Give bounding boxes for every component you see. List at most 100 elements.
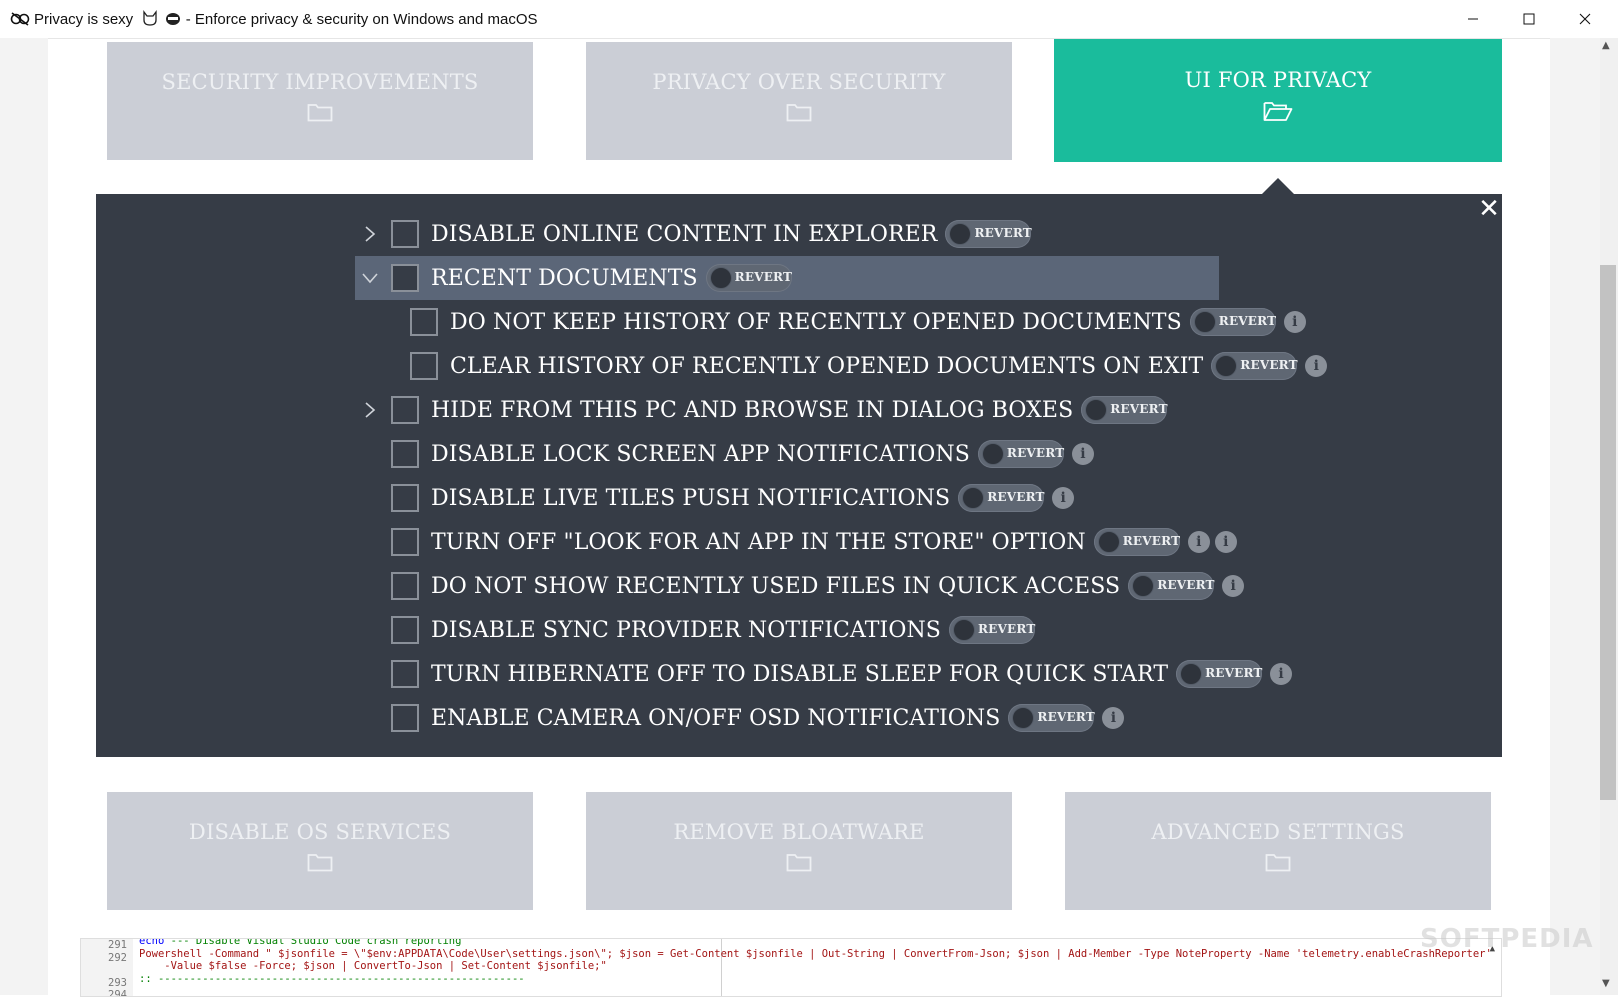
info-icon[interactable]: i bbox=[1071, 443, 1094, 465]
close-window-button[interactable] bbox=[1562, 0, 1608, 38]
revert-toggle[interactable]: REVERT bbox=[945, 220, 1032, 248]
close-panel-icon[interactable]: ✕ bbox=[1476, 196, 1502, 222]
revert-label: REVERT bbox=[1006, 446, 1065, 460]
toggle-knob bbox=[981, 443, 1004, 465]
script-checkbox[interactable] bbox=[391, 528, 419, 556]
script-label[interactable]: DISABLE SYNC PROVIDER NOTIFICATIONS bbox=[431, 618, 941, 643]
toggle-knob bbox=[1193, 311, 1216, 333]
script-checkbox[interactable] bbox=[410, 308, 438, 336]
script-label[interactable]: DO NOT SHOW RECENTLY USED FILES IN QUICK… bbox=[431, 574, 1120, 599]
category-card-privacy-over-security[interactable]: PRIVACY OVER SECURITY bbox=[586, 42, 1012, 160]
script-checkbox[interactable] bbox=[391, 704, 419, 732]
info-icon[interactable]: i bbox=[1283, 311, 1306, 333]
revert-toggle[interactable]: REVERT bbox=[705, 264, 792, 292]
title-bar: Privacy is sexy - Enforce privacy & secu… bbox=[0, 0, 1618, 39]
revert-toggle[interactable]: REVERT bbox=[1128, 572, 1214, 600]
toggle-knob bbox=[1085, 399, 1108, 421]
maximize-button[interactable] bbox=[1506, 0, 1552, 38]
category-card-remove-bloatware[interactable]: REMOVE BLOATWARE bbox=[586, 792, 1012, 910]
right-gutter bbox=[1550, 38, 1600, 995]
script-label[interactable]: DISABLE LIVE TILES PUSH NOTIFICATIONS bbox=[431, 486, 950, 511]
script-checkbox[interactable] bbox=[391, 440, 419, 468]
card-label: ADVANCED SETTINGS bbox=[1151, 819, 1405, 844]
toggle-knob bbox=[1180, 663, 1203, 685]
info-icon[interactable]: i bbox=[1052, 487, 1075, 509]
revert-toggle[interactable]: REVERT bbox=[948, 616, 1035, 644]
scroll-up-arrow-icon[interactable]: ▲ bbox=[1602, 40, 1610, 51]
category-card-security-improvements[interactable]: SECURITY IMPROVEMENTS bbox=[107, 42, 533, 160]
category-card-disable-os-services[interactable]: DISABLE OS SERVICES bbox=[107, 792, 533, 910]
script-checkbox[interactable] bbox=[391, 220, 419, 248]
script-row[interactable]: HIDE FROM THIS PC AND BROWSE IN DIALOG B… bbox=[355, 388, 1168, 432]
script-checkbox[interactable] bbox=[410, 352, 438, 380]
script-label[interactable]: HIDE FROM THIS PC AND BROWSE IN DIALOG B… bbox=[431, 398, 1073, 423]
category-card-advanced-settings[interactable]: ADVANCED SETTINGS bbox=[1065, 792, 1491, 910]
line-number: 294 bbox=[108, 989, 127, 997]
script-row[interactable]: DISABLE ONLINE CONTENT IN EXPLORER REVERT bbox=[355, 212, 1032, 256]
panel-pointer bbox=[1262, 178, 1294, 194]
toggle-knob bbox=[1097, 531, 1120, 553]
script-checkbox[interactable] bbox=[391, 660, 419, 688]
code-keyword: echo bbox=[139, 938, 165, 947]
revert-toggle[interactable]: REVERT bbox=[1211, 352, 1298, 380]
script-row[interactable]: TURN OFF "LOOK FOR AN APP IN THE STORE" … bbox=[355, 520, 1237, 564]
script-label[interactable]: DISABLE LOCK SCREEN APP NOTIFICATIONS bbox=[431, 442, 970, 467]
scrollbar-thumb[interactable] bbox=[1600, 265, 1616, 800]
info-icon[interactable]: i bbox=[1187, 531, 1210, 553]
revert-toggle[interactable]: REVERT bbox=[977, 440, 1065, 468]
ninja-emoji-icon bbox=[164, 10, 182, 26]
folder-icon bbox=[1265, 852, 1291, 877]
revert-toggle[interactable]: REVERT bbox=[1189, 308, 1277, 336]
line-number: 292 bbox=[108, 951, 127, 964]
info-icon[interactable]: i bbox=[1222, 575, 1245, 597]
info-icon[interactable]: i bbox=[1102, 707, 1125, 729]
revert-toggle[interactable]: REVERT bbox=[1008, 704, 1095, 732]
script-row[interactable]: DISABLE SYNC PROVIDER NOTIFICATIONS REVER… bbox=[355, 608, 1035, 652]
card-label: UI FOR PRIVACY bbox=[1184, 68, 1372, 92]
revert-toggle[interactable]: REVERT bbox=[1176, 660, 1262, 688]
script-row[interactable]: CLEAR HISTORY OF RECENTLY OPENED DOCUMEN… bbox=[410, 344, 1328, 388]
toggle-knob bbox=[709, 267, 732, 289]
script-row[interactable]: DO NOT SHOW RECENTLY USED FILES IN QUICK… bbox=[355, 564, 1245, 608]
chevron-right-icon[interactable] bbox=[355, 225, 385, 243]
code-editor[interactable]: 291 292 293 294 echo --- Disable Visual … bbox=[80, 938, 1502, 997]
script-label[interactable]: ENABLE CAMERA ON/OFF OSD NOTIFICATIONS bbox=[431, 706, 1000, 731]
revert-toggle[interactable]: REVERT bbox=[1081, 396, 1168, 424]
revert-label: REVERT bbox=[1122, 534, 1181, 548]
scroll-down-arrow-icon[interactable]: ▼ bbox=[1602, 978, 1610, 989]
script-checkbox[interactable] bbox=[391, 396, 419, 424]
revert-toggle[interactable]: REVERT bbox=[958, 484, 1044, 512]
script-label[interactable]: DO NOT KEEP HISTORY OF RECENTLY OPENED D… bbox=[450, 310, 1182, 335]
script-row[interactable]: DISABLE LOCK SCREEN APP NOTIFICATIONS REV… bbox=[355, 432, 1094, 476]
card-label: SECURITY IMPROVEMENTS bbox=[161, 69, 479, 94]
script-label[interactable]: TURN OFF "LOOK FOR AN APP IN THE STORE" … bbox=[431, 530, 1086, 555]
script-row[interactable]: RECENT DOCUMENTS REVERT bbox=[355, 256, 1219, 300]
script-label[interactable]: DISABLE ONLINE CONTENT IN EXPLORER bbox=[431, 222, 937, 247]
line-number-gutter: 291 292 293 294 bbox=[81, 939, 133, 996]
revert-label: REVERT bbox=[1218, 314, 1277, 328]
script-checkbox[interactable] bbox=[391, 616, 419, 644]
info-icon[interactable]: i bbox=[1270, 663, 1293, 685]
script-label[interactable]: TURN HIBERNATE OFF TO DISABLE SLEEP FOR … bbox=[431, 662, 1168, 687]
chevron-down-icon[interactable] bbox=[355, 272, 385, 284]
minimize-button[interactable] bbox=[1450, 0, 1496, 38]
toggle-knob bbox=[1132, 575, 1155, 597]
info-icon[interactable]: i bbox=[1305, 355, 1328, 377]
revert-toggle[interactable]: REVERT bbox=[1093, 528, 1181, 556]
chevron-right-icon[interactable] bbox=[355, 401, 385, 419]
code-text: --- Disable Visual Studio Code crash rep… bbox=[164, 938, 462, 947]
script-row[interactable]: DO NOT KEEP HISTORY OF RECENTLY OPENED D… bbox=[410, 300, 1306, 344]
script-checkbox[interactable] bbox=[391, 484, 419, 512]
category-card-ui-for-privacy[interactable]: UI FOR PRIVACY bbox=[1054, 39, 1502, 162]
info-icon[interactable]: i bbox=[1214, 531, 1237, 553]
script-row[interactable]: ENABLE CAMERA ON/OFF OSD NOTIFICATIONS RE… bbox=[355, 696, 1125, 740]
script-row[interactable]: DISABLE LIVE TILES PUSH NOTIFICATIONS REV… bbox=[355, 476, 1075, 520]
line-number bbox=[81, 964, 133, 977]
code-line: echo --- Disable Visual Studio Code cras… bbox=[139, 938, 1481, 948]
script-label[interactable]: CLEAR HISTORY OF RECENTLY OPENED DOCUMEN… bbox=[450, 354, 1203, 379]
script-checkbox[interactable] bbox=[391, 572, 419, 600]
script-row[interactable]: TURN HIBERNATE OFF TO DISABLE SLEEP FOR … bbox=[355, 652, 1293, 696]
revert-label: REVERT bbox=[987, 490, 1045, 504]
script-label[interactable]: RECENT DOCUMENTS bbox=[431, 266, 698, 291]
script-checkbox[interactable] bbox=[391, 264, 419, 292]
